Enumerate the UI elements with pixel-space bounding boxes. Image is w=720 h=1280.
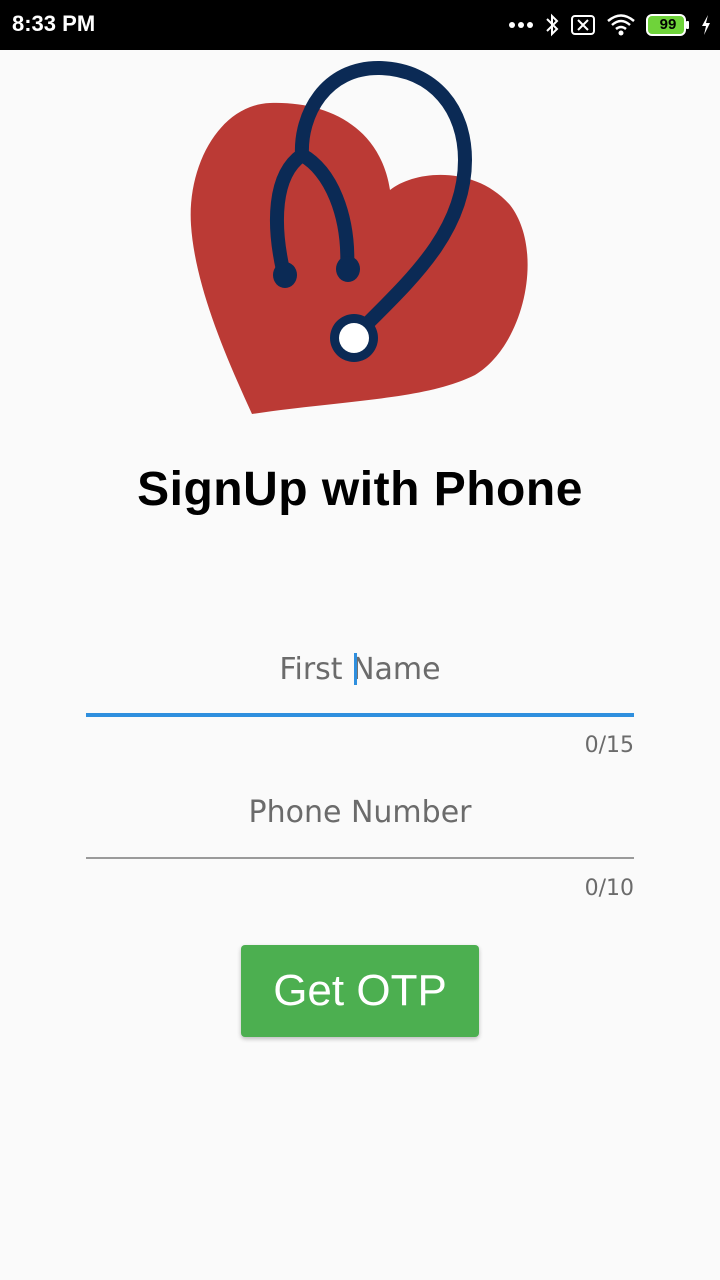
first-name-field: 0/15 bbox=[86, 639, 634, 769]
text-cursor bbox=[354, 653, 357, 685]
phone-number-counter: 0/10 bbox=[584, 876, 634, 901]
get-otp-button[interactable]: Get OTP bbox=[241, 945, 479, 1037]
sim-blocked-icon bbox=[570, 14, 596, 36]
status-icons: 99 bbox=[508, 10, 712, 40]
first-name-underline-focused bbox=[86, 713, 634, 717]
battery-level: 99 bbox=[659, 16, 677, 33]
phone-number-underline bbox=[86, 857, 634, 859]
status-time: 8:33 PM bbox=[12, 11, 96, 36]
status-bar: 8:33 PM 99 bbox=[0, 0, 720, 50]
more-dots-icon bbox=[508, 20, 534, 30]
wifi-icon bbox=[606, 13, 636, 37]
charging-bolt-icon bbox=[700, 14, 712, 36]
first-name-counter: 0/15 bbox=[584, 733, 634, 758]
phone-number-field: 0/10 bbox=[86, 782, 634, 912]
phone-number-input[interactable] bbox=[86, 782, 634, 842]
first-name-input[interactable] bbox=[86, 639, 634, 699]
heart-stethoscope-logo-icon bbox=[175, 55, 545, 425]
bluetooth-icon bbox=[544, 13, 560, 37]
battery-icon: 99 bbox=[646, 14, 690, 36]
page-title: SignUp with Phone bbox=[137, 463, 583, 516]
